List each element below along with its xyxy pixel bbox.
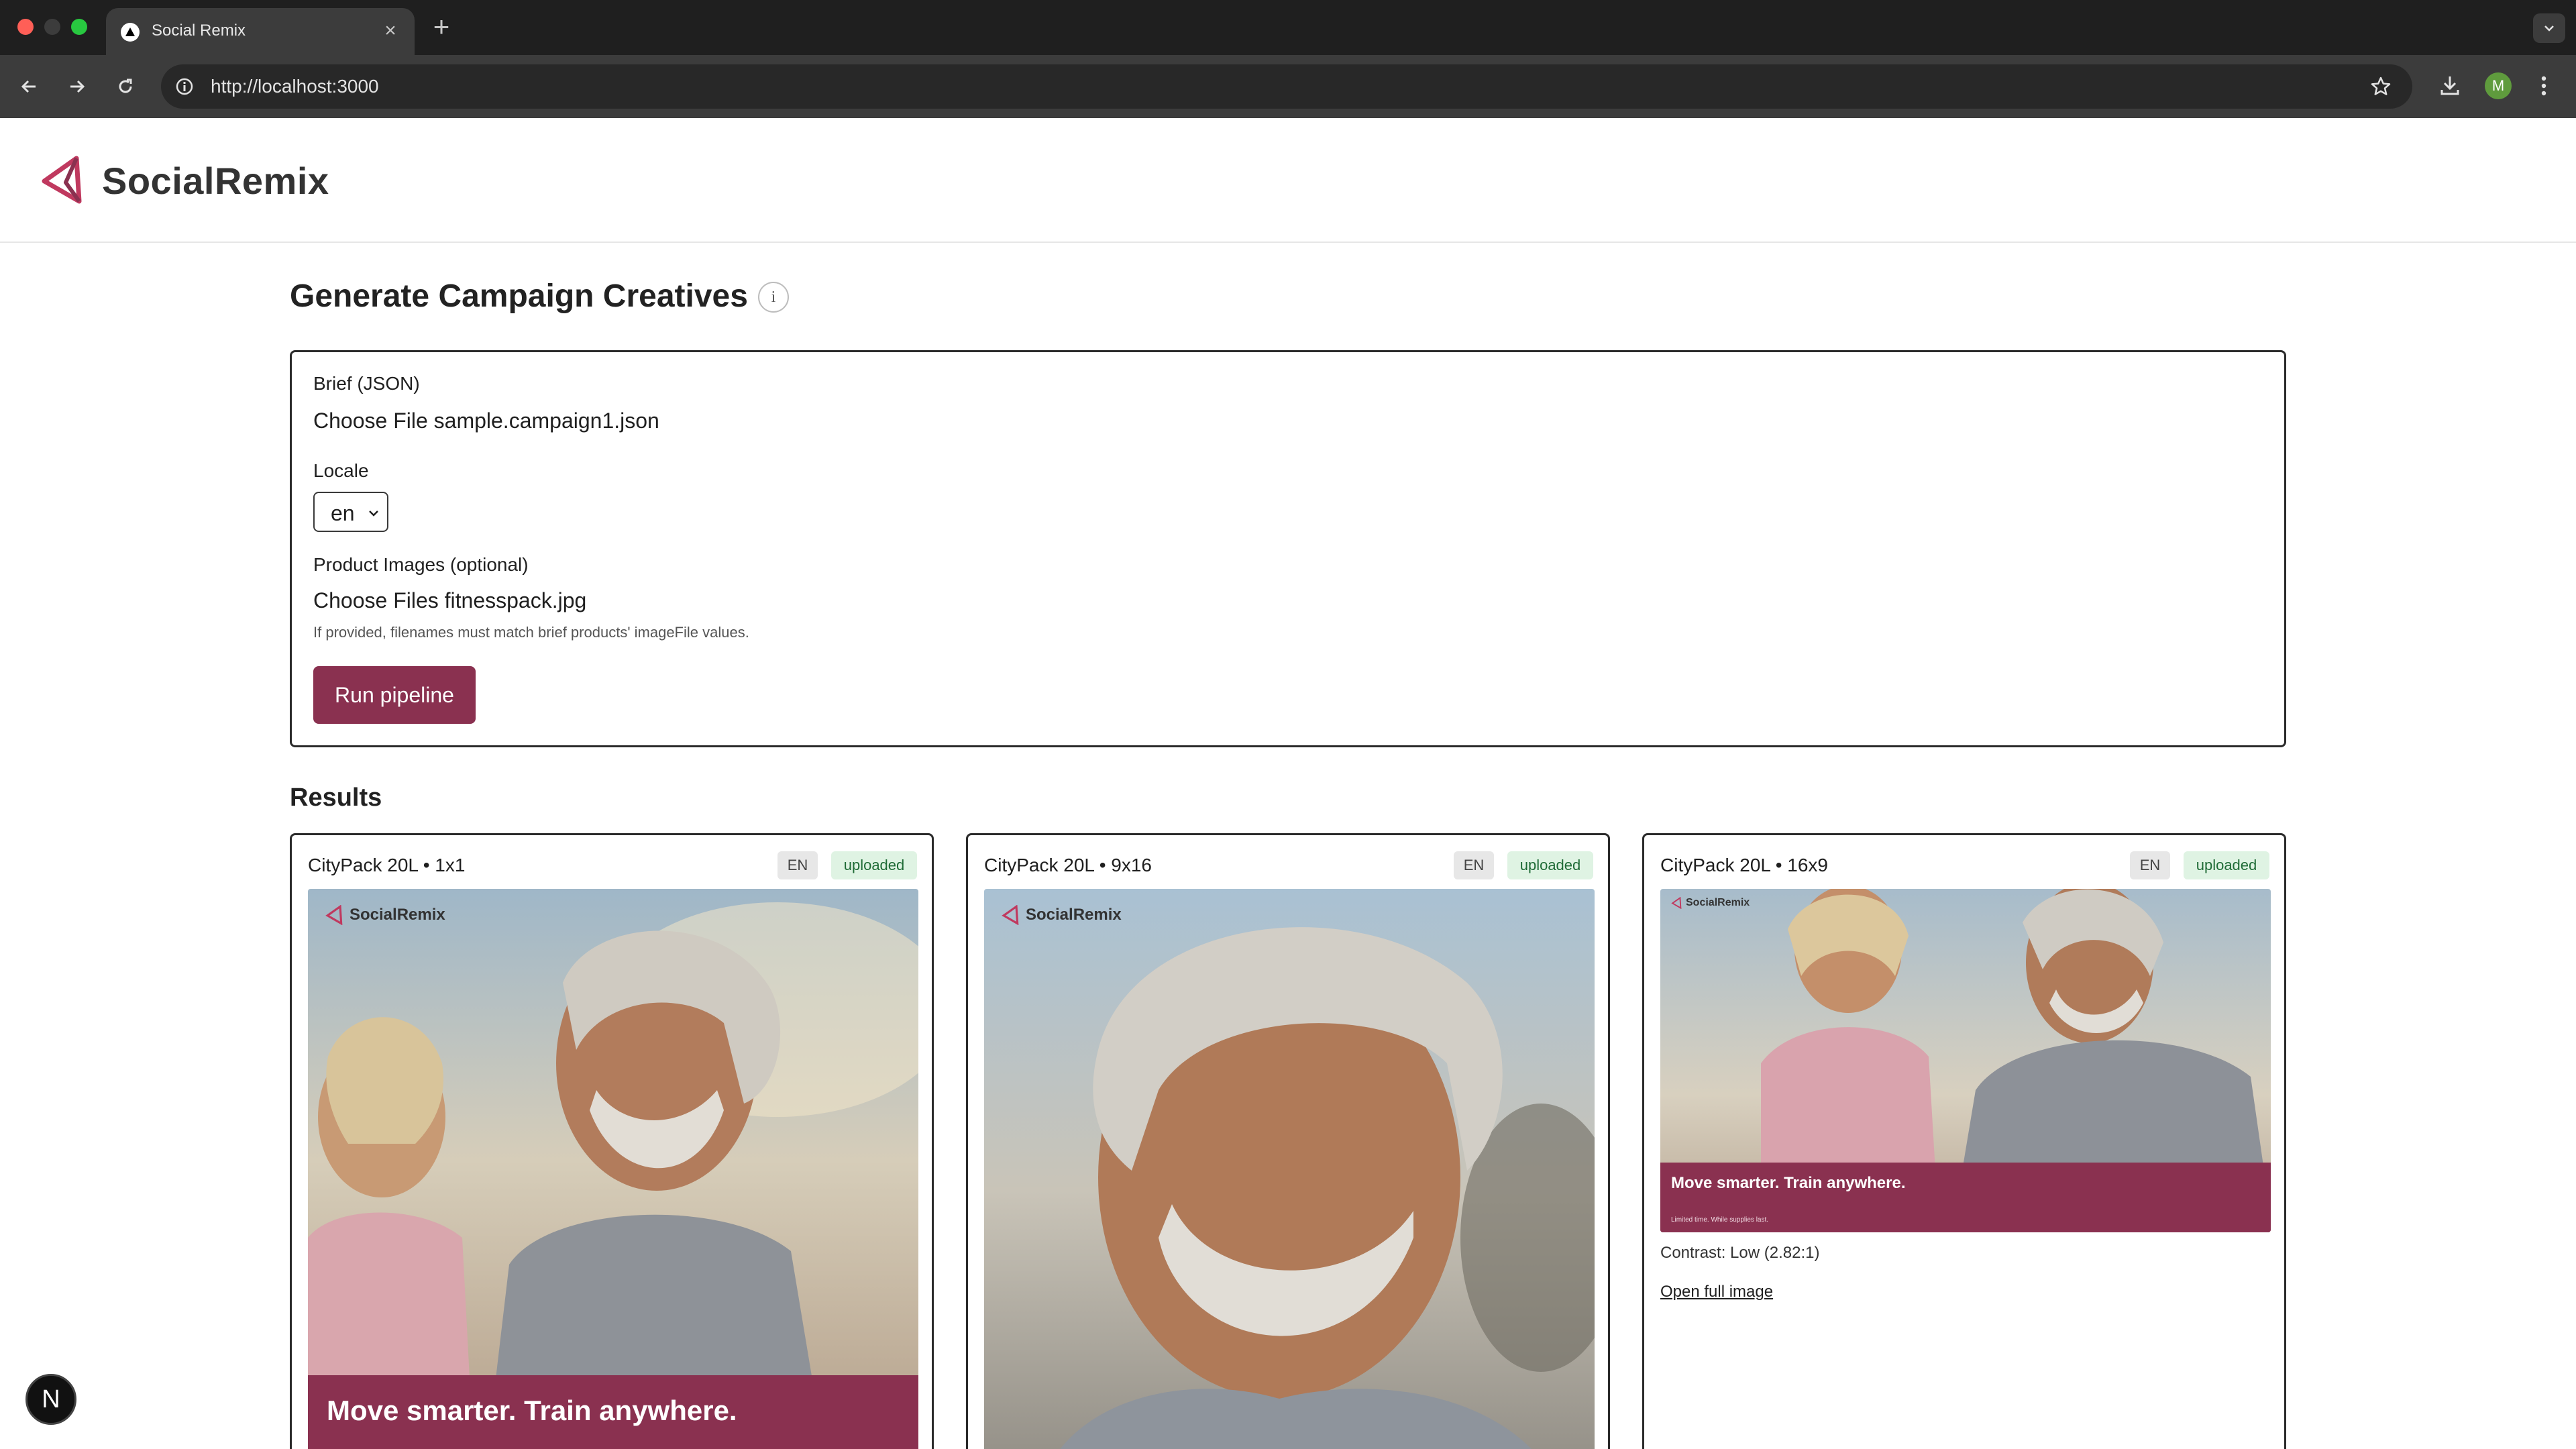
contrast-text: Contrast: Low (2.82:1) bbox=[1660, 1244, 1820, 1262]
page-title: Generate Campaign Creatives bbox=[290, 278, 748, 314]
arrow-left-icon bbox=[21, 80, 36, 93]
creative-image[interactable]: SocialRemix bbox=[984, 889, 1595, 1449]
brief-file-name: sample.campaign1.json bbox=[433, 409, 659, 433]
forward-button[interactable] bbox=[62, 71, 93, 102]
creative-logo-text: SocialRemix bbox=[350, 906, 445, 924]
creative-banner: Move smarter. Train anywhere. bbox=[308, 1375, 918, 1449]
url-text[interactable]: http://localhost:3000 bbox=[211, 76, 379, 97]
locale-badge: EN bbox=[777, 851, 818, 879]
creative-logo: SocialRemix bbox=[1671, 897, 1750, 909]
result-card-16x9: CityPack 20L • 16x9 EN uploaded SocialRe… bbox=[1642, 833, 2286, 1449]
reload-icon bbox=[119, 78, 132, 93]
creative-banner: Move smarter. Train anywhere. Limited ti… bbox=[1660, 1163, 2271, 1232]
tab-search-button[interactable] bbox=[2533, 13, 2565, 43]
images-file-input[interactable]: Choose Files fitnesspack.jpg bbox=[313, 587, 586, 614]
reload-button[interactable] bbox=[110, 71, 141, 102]
profile-avatar[interactable]: M bbox=[2485, 72, 2512, 99]
status-badge: uploaded bbox=[831, 851, 917, 879]
locale-badge: EN bbox=[1454, 851, 1494, 879]
creative-logo-text: SocialRemix bbox=[1026, 906, 1122, 924]
brief-choose-button[interactable]: Choose File bbox=[313, 409, 428, 433]
creative-logo-text: SocialRemix bbox=[1686, 897, 1750, 908]
new-tab-button[interactable]: + bbox=[427, 13, 456, 43]
info-icon[interactable]: i bbox=[758, 282, 789, 313]
images-hint: If provided, filenames must match brief … bbox=[313, 624, 749, 641]
brief-file-input[interactable]: Choose File sample.campaign1.json bbox=[313, 407, 659, 434]
run-pipeline-button[interactable]: Run pipeline bbox=[313, 666, 476, 724]
result-card-title: CityPack 20L • 1x1 bbox=[308, 855, 466, 875]
tab-title: Social Remix bbox=[152, 21, 246, 40]
locale-badge: EN bbox=[2130, 851, 2170, 879]
open-full-image-link[interactable]: Open full image bbox=[1660, 1282, 1773, 1302]
creative-photo bbox=[984, 889, 1595, 1449]
creative-photo bbox=[308, 889, 918, 1449]
brand-logo-icon bbox=[1002, 905, 1019, 925]
brand-name[interactable]: SocialRemix bbox=[102, 160, 329, 203]
creative-logo: SocialRemix bbox=[1002, 905, 1122, 925]
creative-headline: Move smarter. Train anywhere. bbox=[327, 1395, 737, 1426]
browser-tab[interactable]: Social Remix × bbox=[106, 8, 415, 55]
result-card-title: CityPack 20L • 16x9 bbox=[1660, 855, 1829, 875]
chevron-down-icon bbox=[369, 511, 378, 517]
app-header: SocialRemix bbox=[0, 118, 2576, 243]
window-zoom-button[interactable] bbox=[71, 19, 87, 35]
locale-select-value: en bbox=[331, 501, 355, 525]
brand-logo-icon[interactable] bbox=[39, 154, 83, 205]
download-icon[interactable] bbox=[2435, 71, 2465, 101]
back-button[interactable] bbox=[13, 71, 44, 102]
images-choose-button[interactable]: Choose Files bbox=[313, 588, 439, 612]
creative-headline: Move smarter. Train anywhere. bbox=[1671, 1174, 1906, 1192]
tab-close-icon[interactable]: × bbox=[380, 20, 401, 42]
creative-image[interactable]: SocialRemix Move smarter. Train anywhere… bbox=[308, 889, 918, 1449]
results-title: Results bbox=[290, 784, 382, 812]
kebab-menu-icon[interactable] bbox=[2529, 71, 2559, 101]
result-card-9x16: CityPack 20L • 9x16 EN uploaded SocialRe… bbox=[966, 833, 1610, 1449]
creative-logo: SocialRemix bbox=[325, 905, 445, 925]
images-label: Product Images (optional) bbox=[313, 554, 529, 575]
nextjs-dev-badge[interactable]: N bbox=[25, 1374, 76, 1425]
bookmark-star-icon[interactable] bbox=[2369, 75, 2392, 98]
window-close-button[interactable] bbox=[17, 19, 34, 35]
locale-select[interactable]: en bbox=[313, 492, 388, 532]
arrow-right-icon bbox=[70, 80, 85, 93]
address-bar[interactable]: http://localhost:3000 bbox=[161, 64, 2412, 109]
images-file-name: fitnesspack.jpg bbox=[444, 588, 587, 612]
brief-label: Brief (JSON) bbox=[313, 373, 420, 394]
result-card-1x1: CityPack 20L • 1x1 EN uploaded SocialRem… bbox=[290, 833, 934, 1449]
campaign-form: Brief (JSON) Choose File sample.campaign… bbox=[290, 350, 2286, 747]
result-card-title: CityPack 20L • 9x16 bbox=[984, 855, 1152, 875]
brand-logo-icon bbox=[1671, 897, 1682, 909]
site-info-icon[interactable] bbox=[173, 75, 196, 98]
browser-toolbar: http://localhost:3000 bbox=[0, 55, 2576, 118]
brand-logo-icon bbox=[325, 905, 343, 925]
window-minimize-button[interactable] bbox=[44, 19, 60, 35]
browser-tab-bar: Social Remix × + bbox=[0, 0, 2576, 55]
locale-label: Locale bbox=[313, 460, 369, 481]
status-badge: uploaded bbox=[1507, 851, 1593, 879]
creative-image[interactable]: SocialRemix Move smarter. Train anywhere… bbox=[1660, 889, 2271, 1232]
creative-fineprint: Limited time. While supplies last. bbox=[1671, 1216, 1769, 1224]
status-badge: uploaded bbox=[2184, 851, 2269, 879]
favicon-icon bbox=[121, 23, 140, 42]
